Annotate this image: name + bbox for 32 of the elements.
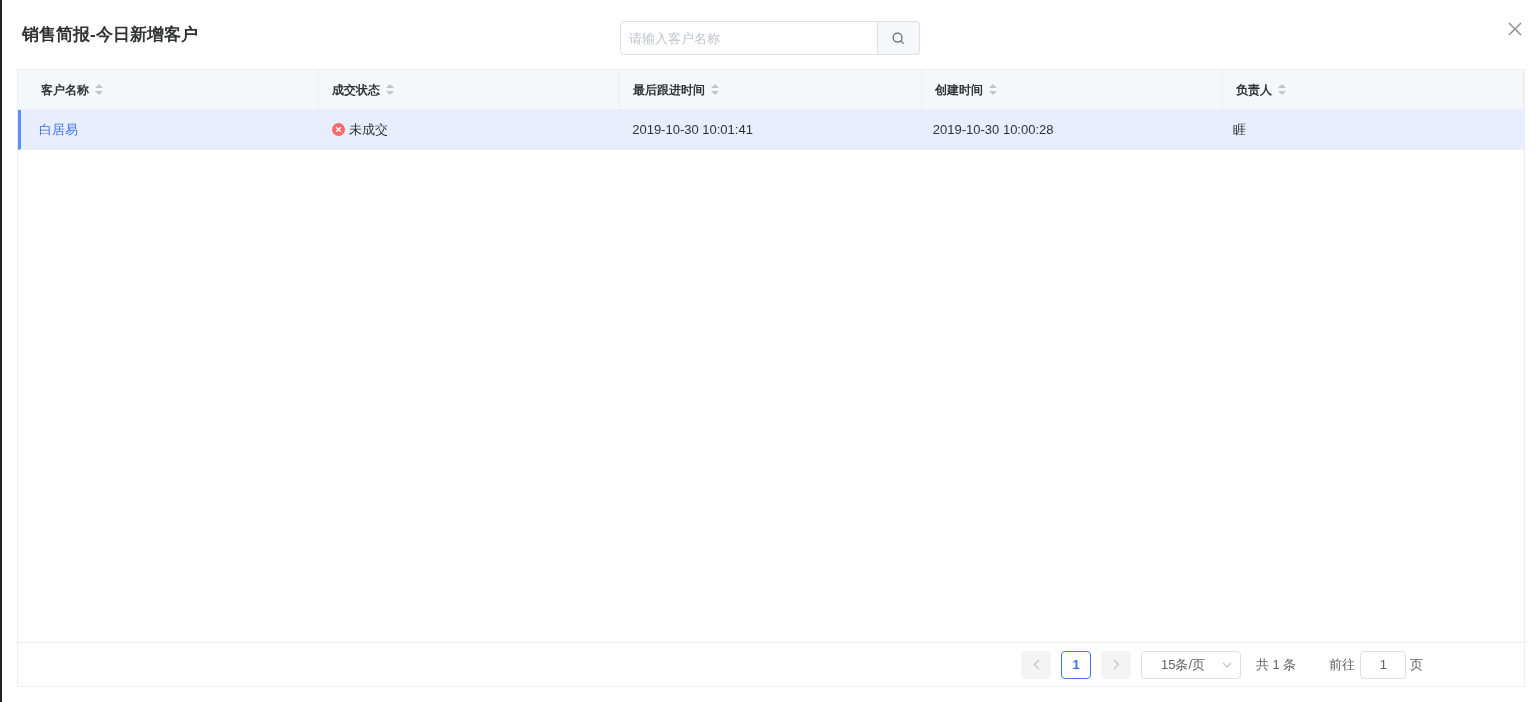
column-header[interactable]: 客户名称 [41,80,89,99]
sort-icon[interactable] [386,84,395,95]
previous-page-button[interactable] [1021,650,1051,679]
column-header[interactable]: 最后跟进时间 [633,80,706,99]
table-cell: 2019-10-30 10:00:28 [932,121,1054,137]
column-header[interactable]: 创建时间 [934,80,983,99]
chevron-down-icon [1222,661,1232,668]
goto-label: 前往 [1329,655,1356,674]
search-button[interactable] [878,21,920,55]
sort-icon[interactable] [95,84,103,95]
status-text: 未成交 [348,120,388,139]
page-size-select[interactable]: 15条/页 [1141,650,1241,679]
table-cell: 睚 [1233,121,1247,137]
total-count: 共 1 条 [1256,655,1297,674]
customer-link[interactable]: 白居易 [39,121,78,137]
close-icon [1508,22,1522,36]
sort-icon[interactable] [988,84,997,95]
page-button[interactable]: 1 [1061,650,1091,679]
search-field[interactable]: 请输入客户名称 [620,21,878,55]
sort-icon[interactable] [711,84,720,95]
page-number-field[interactable]: 1 [1360,650,1407,679]
next-page-button[interactable] [1101,650,1131,679]
column-header[interactable]: 成交状态 [332,80,381,99]
search-icon [892,31,905,45]
page-unit-label: 页 [1410,655,1424,674]
table-cell: 2019-10-30 10:01:41 [632,121,753,137]
sort-icon[interactable] [1277,84,1286,95]
chevron-right-icon [1112,659,1120,670]
dialog-title: 销售简报-今日新增客户 [20,23,198,46]
table-row[interactable]: 白居易 未成交 2019-10-30 10:01:41 2019-10-30 10:00:28 睚 [18,110,1524,150]
chevron-left-icon [1032,659,1040,670]
column-header[interactable]: 负责人 [1235,80,1272,99]
